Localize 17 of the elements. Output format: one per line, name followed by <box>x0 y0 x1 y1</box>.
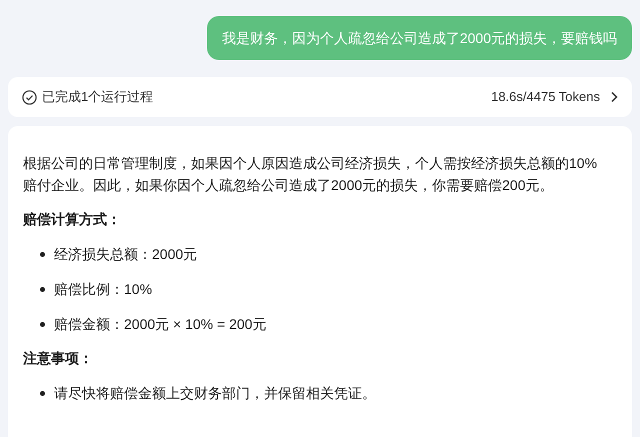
list-item: 经济损失总额：2000元 <box>54 245 198 264</box>
token-stats: 18.6s/4475 Tokens <box>491 88 600 106</box>
list-item: 请尽快将赔偿金额上交财务部门，并保留相关凭证。 <box>54 384 376 403</box>
chevron-right-icon <box>610 91 618 103</box>
list-item: 赔偿比例：10% <box>54 280 152 299</box>
answer-paragraph: 根据公司的日常管理制度，如果因个人原因造成公司经济损失，个人需按经济损失总额的10%赔付企业。因此，如果你因个人疏忽给公司造成了2000元的损失，你需要赔偿200元。 <box>23 154 598 195</box>
bullet-icon <box>40 252 45 256</box>
section-heading: 赔偿计算方式： <box>23 210 122 229</box>
section-heading: 注意事项： <box>23 349 94 368</box>
list-item: 赔偿金额：2000元 × 10% = 200元 <box>54 315 266 334</box>
process-bar[interactable]: 已完成1个运行过程 18.6s/4475 Tokens <box>8 77 632 117</box>
bullet-icon <box>40 322 45 326</box>
user-message-bubble: 我是财务，因为个人疏忽给公司造成了2000元的损失，要赔钱吗 <box>206 16 632 60</box>
process-label: 已完成1个运行过程 <box>42 88 154 106</box>
bullet-icon <box>40 390 45 396</box>
check-circle-icon <box>22 90 37 104</box>
bullet-icon <box>40 286 45 292</box>
